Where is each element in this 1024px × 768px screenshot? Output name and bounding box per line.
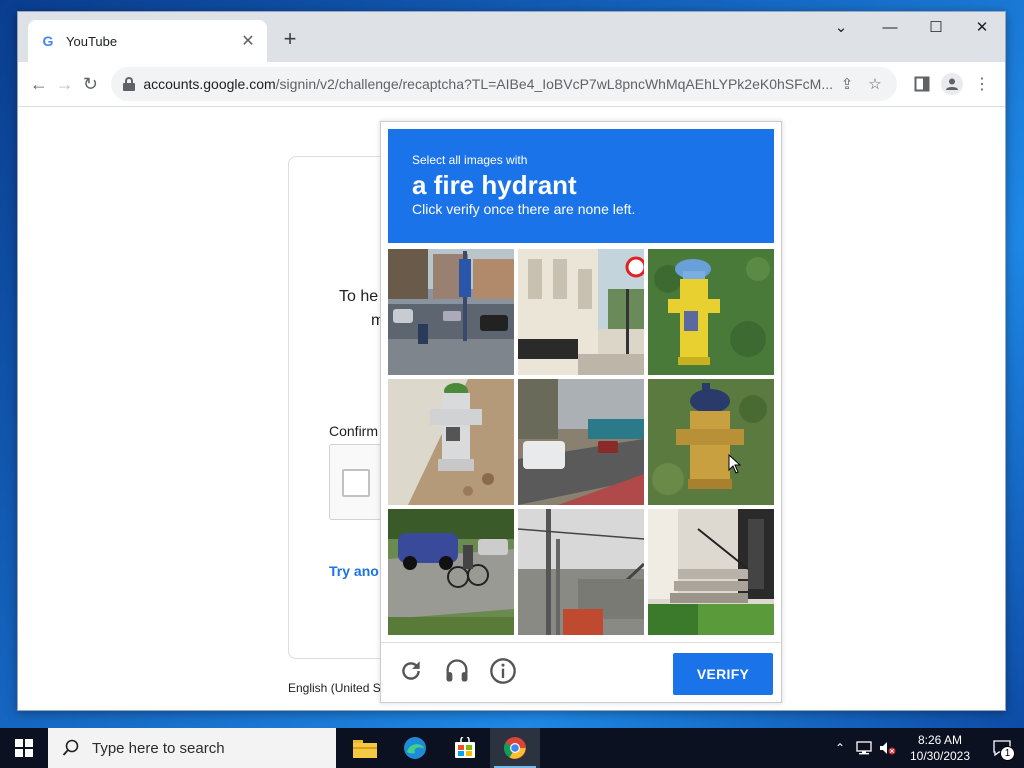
- chevron-up-icon[interactable]: ⌃: [828, 728, 852, 768]
- file-explorer-icon[interactable]: [340, 728, 390, 768]
- back-button[interactable]: ←: [26, 68, 52, 100]
- clock-time: 8:26 AM: [917, 733, 963, 747]
- microsoft-store-icon[interactable]: [440, 728, 490, 768]
- image-tile[interactable]: [388, 379, 514, 505]
- share-icon[interactable]: ⇪: [833, 75, 861, 93]
- clock-date: 10/30/2023: [909, 749, 971, 763]
- start-button[interactable]: [0, 728, 48, 768]
- tab-title: YouTube: [66, 33, 118, 49]
- network-icon[interactable]: [852, 728, 876, 768]
- new-tab-button[interactable]: +: [277, 26, 303, 52]
- signin-message-line1: To he: [339, 288, 379, 305]
- image-tile[interactable]: [518, 379, 644, 505]
- image-tile[interactable]: [648, 509, 774, 635]
- image-tile[interactable]: [648, 379, 774, 505]
- challenge-instruction: Select all images with: [412, 153, 528, 167]
- audio-challenge-icon[interactable]: [441, 655, 473, 687]
- google-favicon-icon: G: [42, 33, 54, 49]
- info-icon[interactable]: [487, 655, 519, 687]
- tab-strip: G YouTube ✕ + ⌄ — ☐ ✕: [18, 12, 1005, 62]
- challenge-header: Select all images with a fire hydrant Cl…: [388, 129, 774, 243]
- reload-button[interactable]: ↻: [78, 68, 104, 100]
- notification-badge: 1: [1000, 746, 1015, 761]
- tab-search-chevron-icon[interactable]: ⌄: [821, 12, 861, 42]
- maximize-button[interactable]: ☐: [913, 12, 959, 42]
- recaptcha-challenge: Select all images with a fire hydrant Cl…: [380, 121, 782, 703]
- close-window-button[interactable]: ✕: [959, 12, 1005, 42]
- tab-youtube[interactable]: G YouTube ✕: [28, 20, 267, 62]
- chrome-window: G YouTube ✕ + ⌄ — ☐ ✕ ← → ↻ accounts.goo…: [17, 11, 1006, 711]
- system-tray: ⌃ 8:26 AM 10/30/2023 1: [828, 728, 1024, 768]
- image-tile[interactable]: [388, 249, 514, 375]
- challenge-target: a fire hydrant: [412, 170, 577, 200]
- taskbar-search[interactable]: Type here to search: [48, 728, 336, 768]
- volume-muted-icon[interactable]: [876, 728, 900, 768]
- menu-kebab-icon[interactable]: ⋮: [967, 69, 997, 99]
- close-tab-icon[interactable]: ✕: [239, 31, 257, 51]
- url-text[interactable]: accounts.google.com/signin/v2/challenge/…: [143, 76, 833, 92]
- image-tile[interactable]: [518, 249, 644, 375]
- search-icon: [62, 739, 79, 756]
- image-tile[interactable]: [518, 509, 644, 635]
- reload-challenge-icon[interactable]: [395, 655, 427, 687]
- mouse-cursor-icon: [728, 454, 742, 474]
- forward-button[interactable]: →: [52, 68, 78, 100]
- recaptcha-checkbox[interactable]: [342, 469, 370, 497]
- minimize-button[interactable]: —: [867, 12, 913, 42]
- clock[interactable]: 8:26 AM 10/30/2023: [900, 732, 980, 764]
- bookmark-star-icon[interactable]: ☆: [861, 75, 889, 93]
- image-grid: [388, 249, 774, 635]
- windows-logo-icon: [15, 739, 33, 757]
- window-controls: ⌄ — ☐ ✕: [821, 12, 1005, 42]
- chrome-taskbar-icon[interactable]: [490, 728, 540, 768]
- try-another-way-link[interactable]: Try ano: [329, 563, 379, 579]
- lock-icon[interactable]: [123, 77, 136, 91]
- profile-avatar-icon[interactable]: [941, 73, 963, 95]
- page-content: To he m Confirm Try ano English (United …: [18, 108, 1005, 710]
- search-placeholder: Type here to search: [92, 739, 225, 757]
- side-panel-icon[interactable]: [907, 69, 937, 99]
- image-tile[interactable]: [648, 249, 774, 375]
- address-bar[interactable]: accounts.google.com/signin/v2/challenge/…: [111, 67, 897, 101]
- confirm-label: Confirm: [329, 423, 379, 439]
- language-selector[interactable]: English (United S: [288, 681, 381, 695]
- challenge-hint: Click verify once there are none left.: [412, 201, 636, 217]
- taskbar: Type here to search ⌃ 8:26 AM 10/30/2023…: [0, 728, 1024, 768]
- edge-browser-icon[interactable]: [390, 728, 440, 768]
- verify-button[interactable]: VERIFY: [673, 653, 773, 695]
- image-tile[interactable]: [388, 509, 514, 635]
- notification-center-button[interactable]: 1: [980, 728, 1024, 768]
- browser-toolbar: ← → ↻ accounts.google.com/signin/v2/chal…: [18, 62, 1005, 107]
- challenge-footer: VERIFY: [381, 642, 781, 702]
